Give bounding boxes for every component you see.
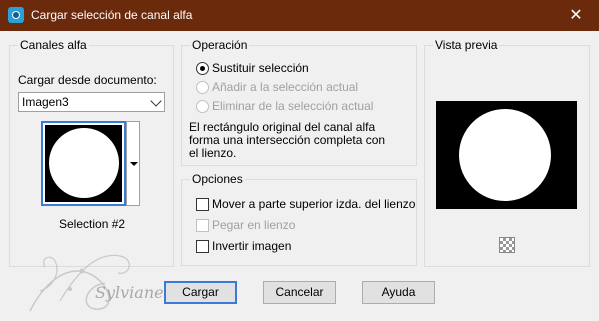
document-select-value: Imagen3 bbox=[22, 95, 69, 109]
load-button[interactable]: Cargar bbox=[164, 281, 237, 304]
checkbox-mover[interactable] bbox=[196, 198, 209, 211]
radio-eliminar[interactable] bbox=[196, 100, 209, 113]
canales-alfa-legend: Canales alfa bbox=[18, 38, 89, 52]
checkbox-invertir-label[interactable]: Invertir imagen bbox=[212, 239, 291, 253]
checkbox-invertir[interactable] bbox=[196, 240, 209, 253]
preview-selection-circle bbox=[459, 109, 551, 201]
operacion-legend: Operación bbox=[190, 38, 250, 52]
close-icon[interactable]: ✕ bbox=[553, 0, 599, 31]
document-select[interactable]: Imagen3 bbox=[18, 92, 165, 112]
opciones-legend: Opciones bbox=[190, 172, 245, 186]
load-from-document-label: Cargar desde documento: bbox=[18, 73, 157, 87]
radio-sustituir[interactable] bbox=[196, 62, 209, 75]
chevron-down-icon bbox=[150, 95, 162, 107]
operation-description-line-3: el lienzo. bbox=[189, 146, 237, 160]
checkbox-pegar[interactable] bbox=[196, 219, 209, 232]
checker-icon[interactable] bbox=[499, 237, 515, 253]
window-title: Cargar selección de canal alfa bbox=[31, 8, 193, 22]
radio-sustituir-label[interactable]: Sustituir selección bbox=[212, 61, 309, 75]
watermark-signature: Sylviane bbox=[95, 283, 164, 302]
operation-description-line-1: El rectángulo original del canal alfa bbox=[189, 120, 376, 134]
alpha-channel-thumbnail[interactable] bbox=[41, 121, 126, 206]
title-bar: Cargar selección de canal alfa ✕ bbox=[0, 0, 599, 31]
radio-anadir[interactable] bbox=[196, 81, 209, 94]
radio-eliminar-label[interactable]: Eliminar de la selección actual bbox=[212, 99, 373, 113]
thumbnail-circle bbox=[49, 128, 119, 198]
caret-down-icon bbox=[130, 162, 138, 166]
checkbox-pegar-label[interactable]: Pegar en lienzo bbox=[212, 218, 295, 232]
operation-description-line-2: forma una intersección completa con bbox=[189, 133, 386, 147]
dialog-body: Canales alfa Cargar desde documento: Ima… bbox=[0, 31, 599, 316]
watermark-swirl bbox=[29, 254, 130, 312]
help-button[interactable]: Ayuda bbox=[362, 281, 435, 304]
vista-previa-legend: Vista previa bbox=[433, 38, 500, 52]
app-icon bbox=[8, 7, 24, 23]
selection-name: Selection #2 bbox=[59, 217, 126, 231]
radio-anadir-label[interactable]: Añadir a la selección actual bbox=[212, 80, 358, 94]
cancel-button[interactable]: Cancelar bbox=[263, 281, 336, 304]
checkbox-mover-label[interactable]: Mover a parte superior izda. del lienzo bbox=[212, 197, 415, 211]
thumbnail-dropdown-button[interactable] bbox=[126, 121, 140, 206]
